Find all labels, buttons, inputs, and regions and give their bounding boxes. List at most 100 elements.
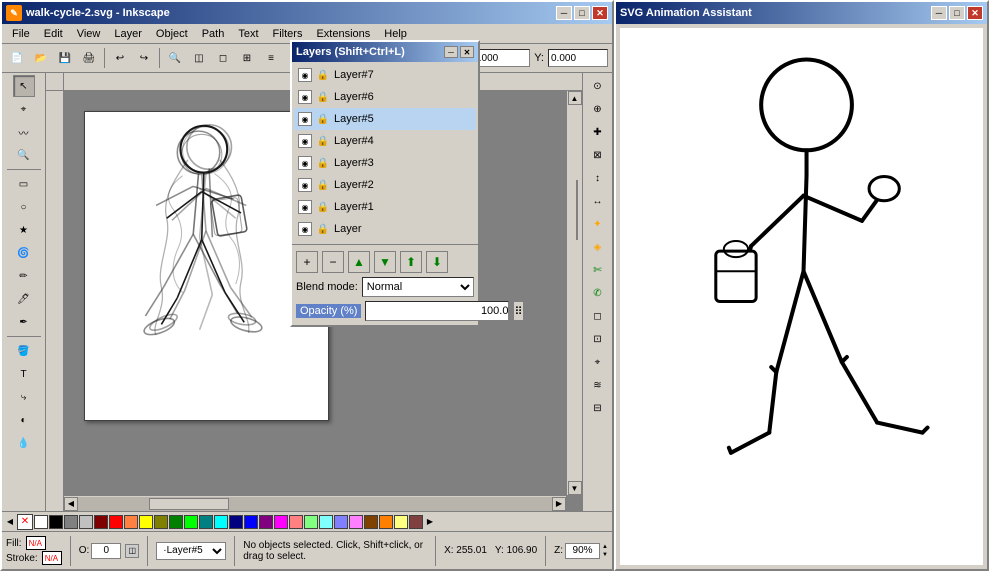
scroll-right-btn[interactable]: ▶ (552, 497, 566, 511)
color-blue[interactable] (244, 515, 258, 529)
layer-4-lock[interactable]: 🔒 (316, 134, 330, 148)
snap-btn-15[interactable]: ⊟ (587, 397, 609, 419)
connector-tool[interactable]: ⤷ (13, 386, 35, 408)
zoom-in-btn[interactable]: 🔍 (164, 47, 186, 69)
layer-5-eye[interactable]: ◉ (298, 112, 312, 126)
dropper-tool[interactable]: 💧 (13, 432, 35, 454)
opacity-input[interactable] (365, 301, 509, 321)
color-magenta[interactable] (274, 515, 288, 529)
scrollbar-horizontal[interactable]: ◀ ▶ (64, 495, 566, 511)
color-cyan[interactable] (214, 515, 228, 529)
layer-4-eye[interactable]: ◉ (298, 134, 312, 148)
color-white[interactable] (34, 515, 48, 529)
new-btn[interactable]: 📄 (6, 47, 28, 69)
layer-row-2[interactable]: ◉ 🔒 Layer#2 (294, 174, 476, 196)
menu-text[interactable]: Text (232, 26, 264, 42)
color-teal[interactable] (199, 515, 213, 529)
menu-object[interactable]: Object (150, 26, 194, 42)
menu-view[interactable]: View (71, 26, 107, 42)
gradient-tool[interactable]: ◐ (13, 409, 35, 431)
layer-7-eye[interactable]: ◉ (298, 68, 312, 82)
star-tool[interactable]: ★ (13, 219, 35, 241)
snap-btn-1[interactable]: ⊙ (587, 75, 609, 97)
palette-left-arrow[interactable]: ◀ (4, 516, 16, 528)
scroll-left-btn[interactable]: ◀ (64, 497, 78, 511)
color-maroon[interactable] (94, 515, 108, 529)
color-light-red[interactable] (289, 515, 303, 529)
layers-minimize-btn[interactable]: ─ (444, 46, 458, 58)
add-layer-btn[interactable]: + (296, 251, 318, 273)
spiral-tool[interactable]: 🌀 (13, 242, 35, 264)
layer-3-lock[interactable]: 🔒 (316, 156, 330, 170)
menu-edit[interactable]: Edit (38, 26, 69, 42)
pen-tool[interactable]: 🖊 (13, 288, 35, 310)
move-layer-down2-btn[interactable]: ▼ (374, 251, 396, 273)
text-tool[interactable]: T (13, 363, 35, 385)
color-yellow[interactable] (139, 515, 153, 529)
menu-file[interactable]: File (6, 26, 36, 42)
blend-mode-select[interactable]: Normal Multiply Screen (362, 277, 474, 297)
layer-row-7[interactable]: ◉ 🔒 Layer#7 (294, 64, 476, 86)
color-black[interactable] (49, 515, 63, 529)
zoom-input[interactable] (565, 543, 600, 559)
color-light-magenta[interactable] (349, 515, 363, 529)
tweak-tool[interactable]: 〰 (13, 121, 35, 143)
layer-row-4[interactable]: ◉ 🔒 Layer#4 (294, 130, 476, 152)
snap-btn-11[interactable]: ◻ (587, 305, 609, 327)
menu-path[interactable]: Path (196, 26, 231, 42)
snap-btn-5[interactable]: ↕ (587, 167, 609, 189)
layer-base-lock[interactable]: 🔒 (316, 222, 330, 236)
assistant-close-btn[interactable]: ✕ (967, 6, 983, 20)
zoom-spin-up[interactable]: ▲ (602, 543, 608, 551)
snap-btn-7[interactable]: ✦ (587, 213, 609, 235)
palette-right-arrow[interactable]: ▶ (424, 516, 436, 528)
layer-row-6[interactable]: ◉ 🔒 Layer#6 (294, 86, 476, 108)
layer-row-3[interactable]: ◉ 🔒 Layer#3 (294, 152, 476, 174)
color-light-green[interactable] (304, 515, 318, 529)
color-orange2[interactable] (379, 515, 393, 529)
layer-select-status[interactable]: ·Layer#5 Layer#7 Layer#6 Layer#4 Layer#3… (156, 542, 226, 560)
rect-tool[interactable]: ▭ (13, 173, 35, 195)
scroll-up-btn[interactable]: ▲ (568, 91, 582, 105)
snap-btn-10[interactable]: ✆ (587, 282, 609, 304)
layer-6-lock[interactable]: 🔒 (316, 90, 330, 104)
layer-6-eye[interactable]: ◉ (298, 90, 312, 104)
opacity-spin[interactable]: ⠿ (513, 301, 523, 321)
scroll-track-h[interactable] (78, 497, 552, 511)
move-layer-bottom-btn[interactable]: ⬇ (426, 251, 448, 273)
assistant-maximize-btn[interactable]: □ (949, 6, 965, 20)
move-layer-top-btn[interactable]: ⬆ (400, 251, 422, 273)
tool-btn-7[interactable]: ⊞ (236, 47, 258, 69)
color-purple[interactable] (259, 515, 273, 529)
layer-2-lock[interactable]: 🔒 (316, 178, 330, 192)
menu-layer[interactable]: Layer (108, 26, 148, 42)
layer-1-eye[interactable]: ◉ (298, 200, 312, 214)
remove-layer-btn[interactable]: − (322, 251, 344, 273)
color-dark-rose[interactable] (409, 515, 423, 529)
node-tool[interactable]: ⌖ (13, 98, 35, 120)
tool-btn-8[interactable]: ≡ (260, 47, 282, 69)
circle-tool[interactable]: ○ (13, 196, 35, 218)
snap-btn-2[interactable]: ⊕ (587, 98, 609, 120)
close-button[interactable]: ✕ (592, 6, 608, 20)
layer-2-eye[interactable]: ◉ (298, 178, 312, 192)
scrollbar-vertical[interactable]: ▲ ▼ (566, 91, 582, 495)
minimize-button[interactable]: ─ (556, 6, 572, 20)
select-tool[interactable]: ↖ (13, 75, 35, 97)
redo-btn[interactable]: ↪ (133, 47, 155, 69)
layer-row-1[interactable]: ◉ 🔒 Layer#1 (294, 196, 476, 218)
open-btn[interactable]: 📂 (30, 47, 52, 69)
undo-btn[interactable]: ↩ (109, 47, 131, 69)
calligraphy-tool[interactable]: ✒ (13, 311, 35, 333)
scroll-thumb-v[interactable] (576, 180, 578, 240)
color-navy[interactable] (229, 515, 243, 529)
layers-close-btn[interactable]: ✕ (460, 46, 474, 58)
scroll-down-btn[interactable]: ▼ (568, 481, 582, 495)
color-orange[interactable] (124, 515, 138, 529)
color-light-yellow[interactable] (394, 515, 408, 529)
assistant-minimize-btn[interactable]: ─ (931, 6, 947, 20)
y-input[interactable] (548, 49, 608, 67)
snap-btn-4[interactable]: ⊠ (587, 144, 609, 166)
zoom-spin-down[interactable]: ▼ (602, 551, 608, 559)
layer-row-5[interactable]: ◉ 🔒 Layer#5 (294, 108, 476, 130)
